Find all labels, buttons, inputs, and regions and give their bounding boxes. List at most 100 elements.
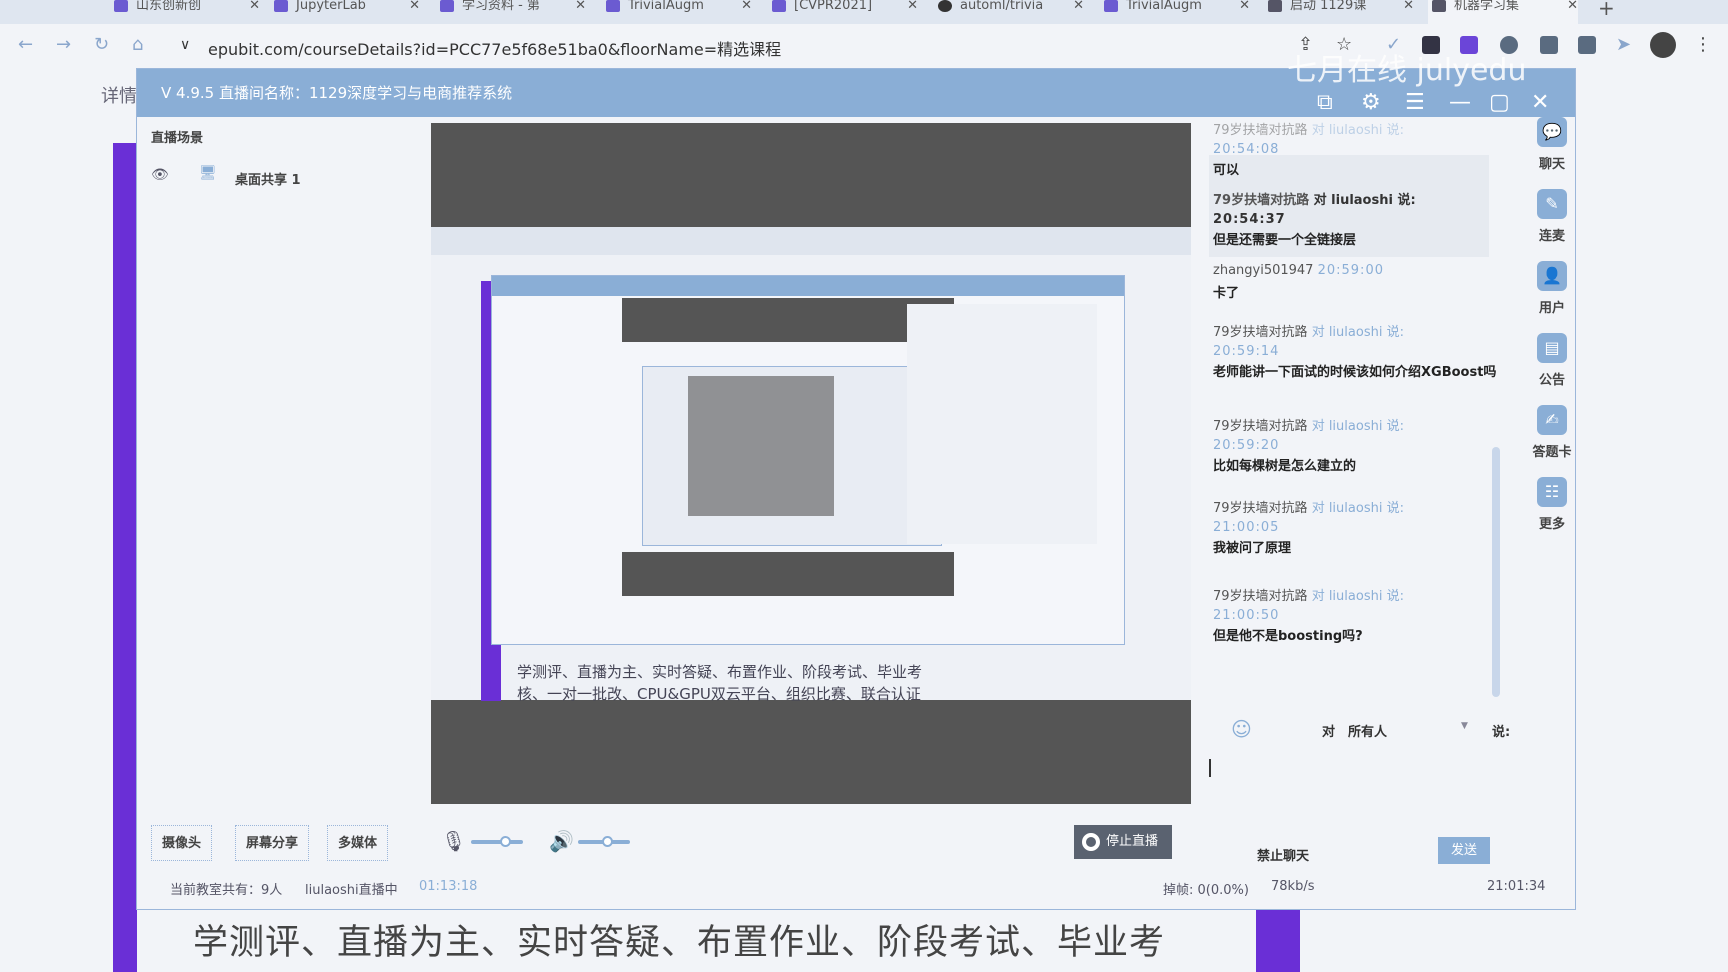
message-text: 我被问了原理 — [1213, 541, 1292, 556]
masked-region — [431, 123, 1191, 227]
emoji-icon[interactable]: ☺ — [1231, 717, 1252, 741]
text-cursor — [1209, 759, 1211, 777]
stop-live-button[interactable]: 停止直播 — [1074, 825, 1172, 859]
message-sender: 79岁扶墙对抗路 — [1213, 123, 1308, 138]
send-button[interactable]: 发送 — [1438, 837, 1490, 864]
speaker-icon[interactable]: 🔊 — [549, 829, 574, 853]
browser-tab[interactable]: 启动 1129课 ✕ — [1264, 0, 1414, 24]
message-text: 卡了 — [1213, 286, 1240, 301]
eye-icon[interactable]: 👁 — [151, 167, 169, 183]
camera-button[interactable]: 摄像头 — [151, 825, 213, 861]
extension-icon[interactable] — [1578, 36, 1596, 54]
chat-input[interactable] — [1205, 749, 1505, 809]
forward-icon[interactable]: → — [56, 34, 71, 55]
close-tab-icon[interactable]: ✕ — [1239, 0, 1250, 12]
more-icon: ☷ — [1537, 477, 1567, 507]
message-recipient: 对 liulaoshi 说: — [1313, 193, 1416, 208]
rail-item-label: 用户 — [1538, 301, 1565, 316]
rail-item-notice[interactable]: ▤ 公告 — [1527, 333, 1577, 388]
message-text: 但是还需要一个全链接层 — [1213, 233, 1357, 248]
url-input[interactable]: epubit.com/courseDetails?id=PCC77e5f68e5… — [208, 36, 781, 60]
slider-knob[interactable] — [499, 836, 511, 847]
rail-item-answer-card[interactable]: ✍ 答题卡 — [1527, 405, 1577, 460]
recipient-value: 所有人 — [1348, 725, 1388, 740]
message-text: 但是他不是boosting吗? — [1213, 629, 1363, 644]
message-recipient: 对 liulaoshi 说: — [1311, 123, 1404, 138]
menu-icon[interactable]: ⋮ — [1694, 34, 1712, 55]
microphone-icon[interactable]: 🎙 — [441, 829, 466, 853]
browser-tab-active[interactable]: 机器学习集 ✕ — [1428, 0, 1578, 24]
page-text: 学测评、直播为主、实时答疑、布置作业、阶段考试、毕业考 — [193, 923, 1166, 963]
close-tab-icon[interactable]: ✕ — [409, 0, 420, 12]
pin-icon[interactable]: ➤ — [1616, 34, 1631, 55]
tab-favicon-icon — [772, 0, 786, 12]
chat-message: zhangyi501947 20:59:00 卡了 — [1213, 263, 1503, 301]
tab-label: 山东创新创 — [136, 0, 202, 13]
close-tab-icon[interactable]: ✕ — [1073, 0, 1084, 12]
close-tab-icon[interactable]: ✕ — [1567, 0, 1578, 12]
slider-knob[interactable] — [601, 836, 613, 847]
scene-item-desktop-share[interactable]: 桌面共享 1 — [235, 169, 301, 188]
chat-scrollbar[interactable] — [1492, 447, 1500, 697]
speaker-volume-slider[interactable] — [578, 836, 630, 847]
rail-item-label: 更多 — [1538, 517, 1565, 532]
browser-tab[interactable]: 学习资料 - 第 ✕ — [436, 0, 586, 24]
browser-tab[interactable]: automl/trivia ✕ — [934, 0, 1084, 24]
new-tab-button[interactable]: + — [1598, 0, 1615, 20]
close-tab-icon[interactable]: ✕ — [907, 0, 918, 12]
extension-icon[interactable] — [1540, 36, 1558, 54]
close-tab-icon[interactable]: ✕ — [1403, 0, 1414, 12]
chat-message: 79岁扶墙对抗路 对 liulaoshi 说: 21:00:05 我被问了原理 — [1213, 497, 1503, 559]
online-count: 当前教室共有：9人 — [170, 883, 283, 898]
media-button[interactable]: 多媒体 — [327, 825, 389, 861]
close-tab-icon[interactable]: ✕ — [741, 0, 752, 12]
back-icon[interactable]: ← — [18, 34, 33, 55]
message-sender: 79岁扶墙对抗路 — [1213, 419, 1308, 434]
chevron-down-icon[interactable]: ∨ — [180, 37, 190, 53]
chat-message: 79岁扶墙对抗路 对 liulaoshi 说: 20:59:14 老师能讲一下面试的… — [1213, 321, 1503, 383]
tab-favicon-icon — [1268, 0, 1282, 12]
rail-item-chat[interactable]: 💬 聊天 — [1527, 117, 1577, 172]
details-tab[interactable]: 详情 — [101, 82, 137, 108]
rail-item-user[interactable]: 👤 用户 — [1527, 261, 1577, 316]
tab-favicon-icon — [1104, 0, 1118, 12]
live-status: liulaoshi直播中 — [305, 883, 398, 898]
avatar[interactable] — [1650, 32, 1676, 58]
screen-share-button[interactable]: 屏幕分享 — [235, 825, 310, 861]
reload-icon[interactable]: ↻ — [94, 34, 109, 55]
nested-page-text: 学测评、直播为主、实时答疑、布置作业、阶段考试、毕业考 核、一对一批改、CPU&… — [517, 661, 922, 705]
browser-tab[interactable]: [CVPR2021] ✕ — [768, 0, 918, 24]
message-recipient: 对 liulaoshi 说: — [1311, 419, 1404, 434]
recipient-select[interactable]: 所有人 ▼ — [1348, 721, 1468, 740]
message-text: 可以 — [1213, 163, 1240, 178]
browser-tab[interactable]: JupyterLab ✕ — [270, 0, 420, 24]
title-bar: V 4.9.5 直播间名称：1129深度学习与电商推荐系统 七月在线 julye… — [137, 53, 1575, 117]
rail-item-label: 公告 — [1538, 373, 1565, 388]
live-duration: 01:13:18 — [419, 879, 478, 894]
message-sender: 79岁扶墙对抗路 — [1213, 325, 1308, 340]
message-sender: 79岁扶墙对抗路 — [1213, 589, 1308, 604]
tab-label: 学习资料 - 第 — [462, 0, 540, 13]
tab-favicon-icon — [274, 0, 288, 12]
close-tab-icon[interactable]: ✕ — [249, 0, 260, 12]
browser-tab[interactable]: TrivialAugm ✕ — [1100, 0, 1250, 24]
browser-tab[interactable]: TrivialAugm ✕ — [602, 0, 752, 24]
home-icon[interactable]: ⌂ — [132, 34, 143, 55]
tab-label: [CVPR2021] — [794, 0, 873, 13]
rail-item-more[interactable]: ☷ 更多 — [1527, 477, 1577, 532]
video-preview: 学测评、直播为主、实时答疑、布置作业、阶段考试、毕业考 核、一对一批改、CPU&… — [431, 123, 1191, 804]
mic-volume-slider[interactable] — [471, 836, 523, 847]
dropped-frames: 掉帧: 0(0.0%) — [1163, 883, 1249, 898]
message-recipient: 对 liulaoshi 说: — [1311, 501, 1404, 516]
close-tab-icon[interactable]: ✕ — [575, 0, 586, 12]
browser-tab[interactable]: 山东创新创 ✕ — [110, 0, 260, 24]
clock: 21:01:34 — [1487, 879, 1546, 894]
message-time: 21:00:50 — [1213, 608, 1280, 623]
answer-card-icon: ✍ — [1537, 405, 1567, 435]
mute-chat-button[interactable]: 禁止聊天 — [1257, 845, 1309, 864]
rail-item-mic-link[interactable]: ✎ 连麦 — [1527, 189, 1577, 244]
rail-item-label: 聊天 — [1538, 157, 1565, 172]
live-app-window: V 4.9.5 直播间名称：1129深度学习与电商推荐系统 七月在线 julye… — [136, 53, 1577, 910]
purple-strip — [1256, 900, 1300, 972]
nested-text-line: 学测评、直播为主、实时答疑、布置作业、阶段考试、毕业考 — [517, 663, 923, 681]
